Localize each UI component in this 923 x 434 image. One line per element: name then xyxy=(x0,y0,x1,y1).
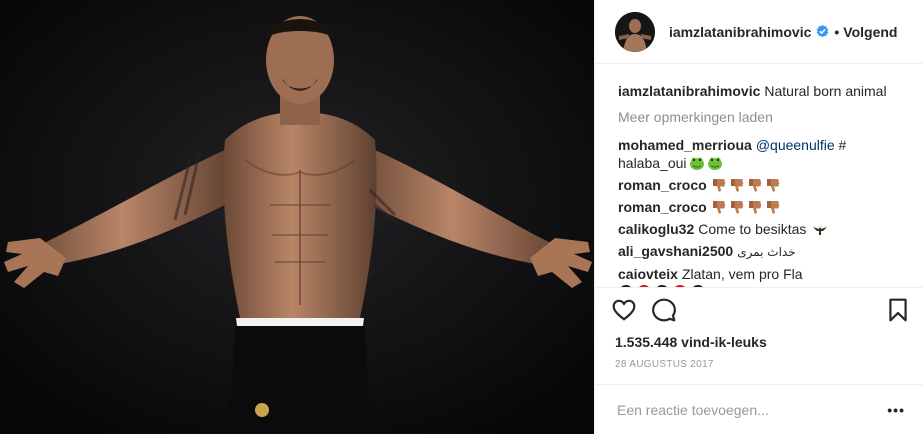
load-more-comments-button[interactable]: Meer opmerkingen laden xyxy=(618,108,907,126)
post-header: iamzlatanibrahimovic • Volgend xyxy=(595,0,923,64)
bookmark-icon[interactable] xyxy=(885,297,911,323)
post-date: 28 AUGUSTUS 2017 xyxy=(615,359,714,370)
post-photo-illustration xyxy=(0,0,594,434)
caption-text: Natural born animal xyxy=(764,83,887,99)
action-bar xyxy=(595,287,923,331)
comment-username[interactable]: roman_croco xyxy=(618,199,707,215)
more-options-button[interactable]: ••• xyxy=(887,402,905,418)
comment-item: ali_gavshani2500 خداث بمری xyxy=(618,242,907,261)
comment-username[interactable]: ali_gavshani2500 xyxy=(618,243,733,259)
thumbs-down-icon xyxy=(766,179,779,192)
comment-username[interactable]: roman_croco xyxy=(618,177,707,193)
header-username[interactable]: iamzlatanibrahimovic xyxy=(669,24,811,40)
post-photo[interactable] xyxy=(0,0,594,434)
header-separator: • xyxy=(834,23,840,40)
eagle-icon xyxy=(813,224,828,235)
comment-input[interactable] xyxy=(615,400,888,419)
comment-item: caiovteix Zlatan, vem pro Fla xyxy=(618,265,907,287)
thumbs-down-icon xyxy=(712,201,725,214)
comment-username[interactable]: mohamed_merrioua xyxy=(618,137,752,153)
frog-icon xyxy=(689,157,704,170)
thumbs-down-icon xyxy=(730,179,743,192)
comment-icon[interactable] xyxy=(651,297,677,323)
add-comment-bar: ••• xyxy=(595,384,923,434)
comment-item: roman_croco xyxy=(618,198,907,216)
heart-icon[interactable] xyxy=(611,297,637,323)
thumbs-down-icon xyxy=(766,201,779,214)
comment-mention[interactable]: @queenulfie xyxy=(756,137,835,153)
comment-text: Come to besiktas xyxy=(698,221,807,237)
likes-count[interactable]: 1.535.448 vind-ik-leuks xyxy=(595,333,923,351)
instagram-post: iamzlatanibrahimovic • Volgend iamzlatan… xyxy=(0,0,923,434)
comments-list: iamzlatanibrahimovic Natural born animal … xyxy=(595,64,923,287)
thumbs-down-icon xyxy=(748,179,761,192)
comment-item: roman_croco xyxy=(618,176,907,194)
caption: iamzlatanibrahimovic Natural born animal xyxy=(618,82,907,100)
caption-username[interactable]: iamzlatanibrahimovic xyxy=(618,83,760,99)
thumbs-down-icon xyxy=(712,179,725,192)
comment-item: calikoglu32 Come to besiktas xyxy=(618,220,907,238)
following-button[interactable]: Volgend xyxy=(843,24,897,40)
comment-item: mohamed_merrioua @queenulfie # halaba_oui xyxy=(618,136,907,172)
comment-text: Zlatan, vem pro Fla xyxy=(681,266,803,282)
comment-username[interactable]: caiovteix xyxy=(618,266,678,282)
frog-icon xyxy=(707,157,722,170)
avatar[interactable] xyxy=(615,11,655,52)
comment-text: خداث بمری xyxy=(737,245,796,259)
verified-badge-icon xyxy=(816,25,829,38)
thumbs-down-icon xyxy=(730,201,743,214)
avatar-image xyxy=(615,11,655,52)
comment-username[interactable]: calikoglu32 xyxy=(618,221,694,237)
post-sidebar: iamzlatanibrahimovic • Volgend iamzlatan… xyxy=(594,0,923,434)
thumbs-down-icon xyxy=(748,201,761,214)
